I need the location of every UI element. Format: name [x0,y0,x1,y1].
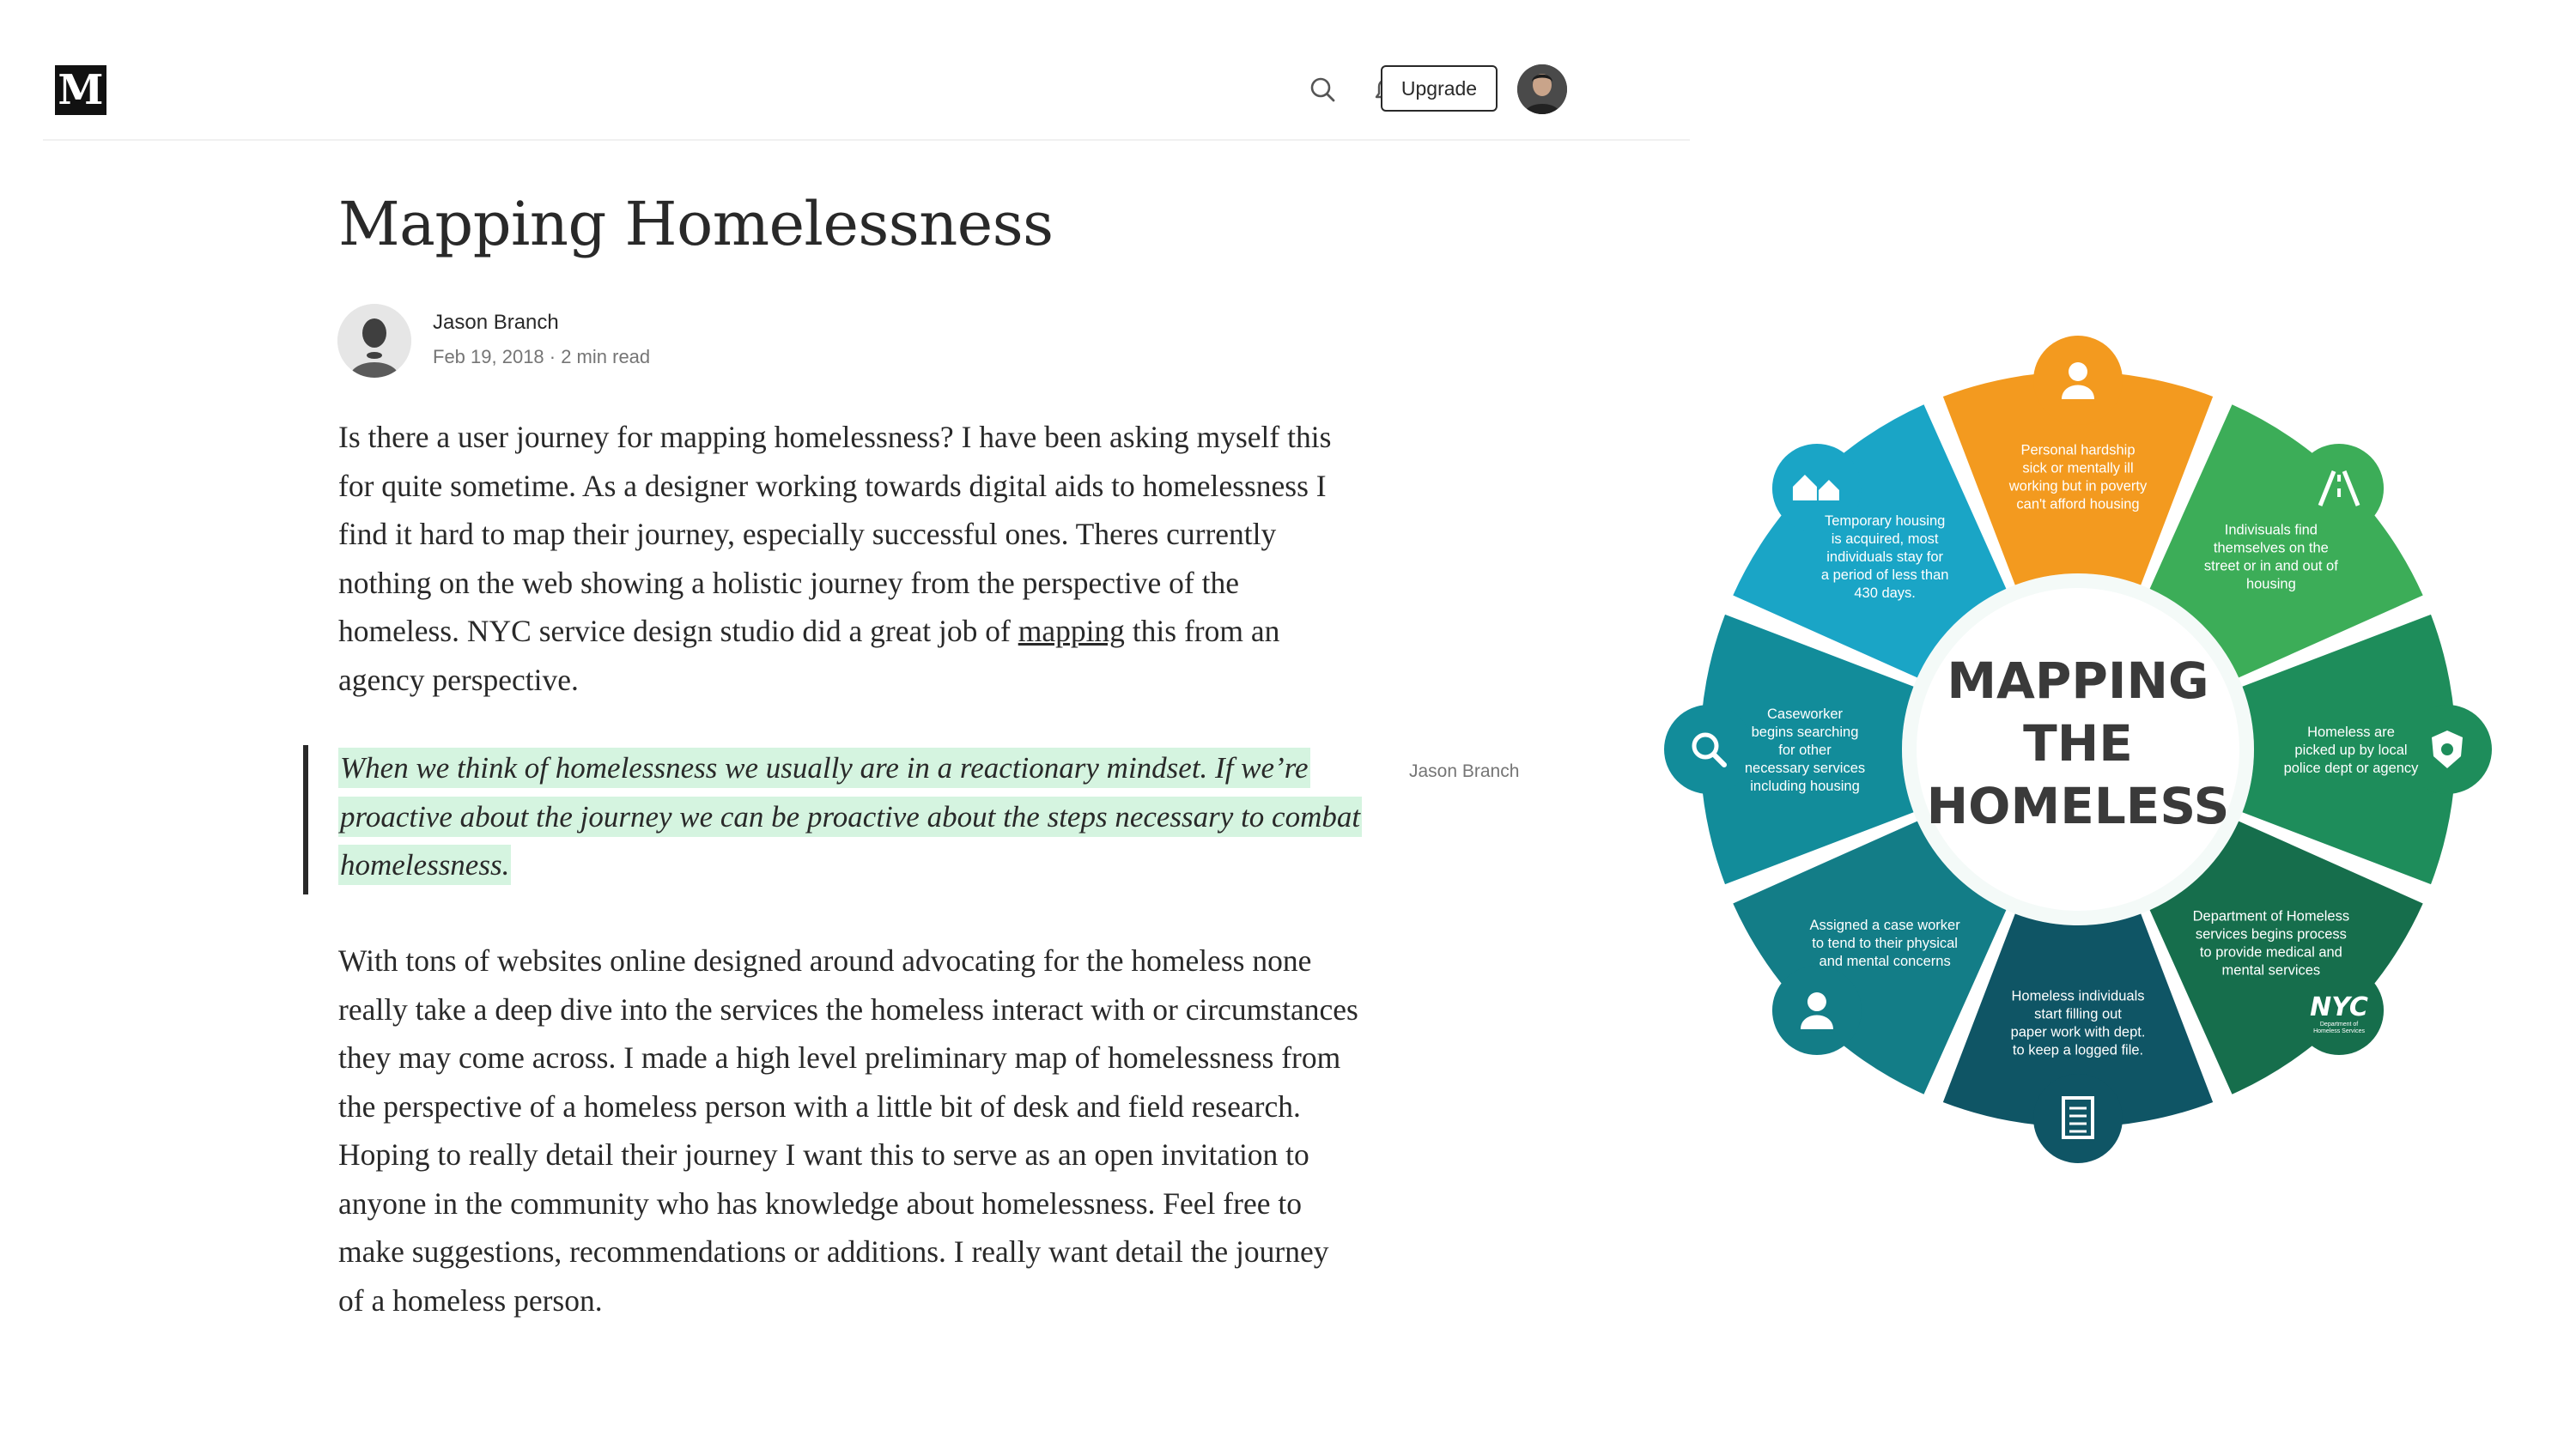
segment-3-label: police dept or agency [2284,761,2420,776]
segment-7-label: begins searching [1752,724,1859,740]
segment-2-label: housing [2246,577,2296,592]
segment-5-label: Homeless individuals [2012,989,2145,1004]
segment-8-label: is acquired, most [1832,531,1939,547]
segment-cap-7 [1664,705,1753,794]
segment-1-label: can't afford housing [2016,497,2139,512]
nyc-logo-subtitle: Department of [2320,1022,2358,1028]
highlight-attribution: Jason Branch [1409,761,1520,781]
segment-3-label: Homeless are [2307,724,2395,740]
segment-6-label: and mental concerns [1820,954,1951,969]
mapping-link[interactable]: mapping [1018,614,1125,648]
nyc-logo-text: NYC [2310,992,2368,1022]
segment-4-label: services begins process [2196,926,2347,942]
segment-8-label: a period of less than [1821,567,1949,583]
quote-highlight[interactable]: When we think of homelessness we usually… [338,748,1363,885]
highlighted-quote[interactable]: When we think of homelessness we usually… [338,744,1369,890]
segment-4-label: mental services [2222,962,2321,978]
quote-bar [303,745,308,894]
segment-1-label: working but in poverty [2008,479,2148,494]
nyc-logo-subtitle: Homeless Services [2313,1028,2365,1034]
mapping-homeless-infographic: NYCDepartment ofHomeless Services MAPPIN… [1664,336,2492,1163]
segment-1-label: Personal hardship [2021,443,2136,458]
segment-7-label: Caseworker [1767,706,1844,722]
segment-7-label: necessary services [1745,761,1865,776]
center-title-line-3: HOMELESS [1927,777,2230,835]
segment-1-label: sick or mentally ill [2022,461,2133,476]
user-avatar-image [1517,64,1567,114]
medium-logo[interactable]: M [55,65,106,115]
segment-2-label: Indivisuals find [2225,523,2318,538]
segment-8-label: 430 days. [1854,585,1916,601]
segment-2-label: themselves on the [2214,541,2329,556]
author-avatar[interactable] [337,304,411,378]
segment-7-label: including housing [1750,779,1860,794]
center-title-line-2: THE [2023,714,2133,773]
author-name[interactable]: Jason Branch [433,311,559,335]
segment-8-label: individuals stay for [1826,549,1943,565]
segment-5-label: start filling out [2034,1007,2122,1022]
center-title-line-1: MAPPING [1947,652,2208,710]
post-meta: Feb 19, 2018 · 2 min read [433,346,651,367]
upgrade-button[interactable]: Upgrade [1381,65,1498,112]
author-avatar-image [337,304,411,378]
user-avatar[interactable] [1517,64,1567,114]
article-paragraph-2: With tons of websites online designed ar… [338,943,1358,1318]
article-title: Mapping Homelessness [338,189,1054,259]
segment-5-label: paper work with dept. [2011,1025,2146,1040]
segment-5-label: to keep a logged file. [2013,1043,2143,1058]
segment-8-label: Temporary housing [1825,513,1945,529]
segment-6-label: Assigned a case worker [1810,918,1961,933]
segment-6-label: to tend to their physical [1812,936,1958,951]
segment-2-label: street or in and out of [2204,559,2338,574]
search-icon[interactable] [1305,72,1341,108]
segment-cap-5 [2033,1074,2123,1163]
segment-4-label: Department of Homeless [2193,908,2350,924]
segment-3-label: picked up by local [2294,743,2407,758]
nyc-logo: NYCDepartment ofHomeless Services [2310,992,2368,1034]
segment-4-label: to provide medical and [2200,944,2342,960]
article-paragraph-1: Is there a user journey for mapping home… [338,413,1360,704]
segment-7-label: for other [1778,743,1832,758]
